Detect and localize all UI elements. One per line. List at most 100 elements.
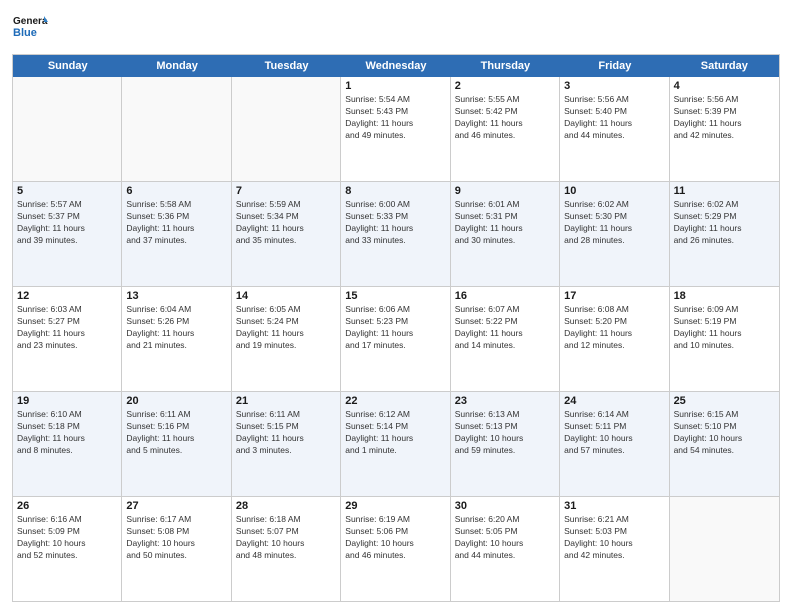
day-number: 17 xyxy=(564,290,664,302)
day-cell-4: 4Sunrise: 5:56 AM Sunset: 5:39 PM Daylig… xyxy=(670,77,779,181)
day-info: Sunrise: 6:09 AM Sunset: 5:19 PM Dayligh… xyxy=(674,304,775,352)
day-number: 26 xyxy=(17,500,117,512)
day-info: Sunrise: 6:15 AM Sunset: 5:10 PM Dayligh… xyxy=(674,409,775,457)
day-number: 7 xyxy=(236,185,336,197)
day-info: Sunrise: 6:00 AM Sunset: 5:33 PM Dayligh… xyxy=(345,199,445,247)
day-number: 9 xyxy=(455,185,555,197)
logo-svg: General Blue xyxy=(12,10,48,46)
day-header-wednesday: Wednesday xyxy=(341,55,450,77)
day-cell-10: 10Sunrise: 6:02 AM Sunset: 5:30 PM Dayli… xyxy=(560,182,669,286)
day-cell-17: 17 Sunrise: 6:08 AM Sunset: 5:20 PM Dayli… xyxy=(560,287,669,391)
day-cell-3: 3Sunrise: 5:56 AM Sunset: 5:40 PM Daylig… xyxy=(560,77,669,181)
day-number: 21 xyxy=(236,395,336,407)
day-info: Sunrise: 5:55 AM Sunset: 5:42 PM Dayligh… xyxy=(455,94,555,142)
day-info: Sunrise: 6:11 AM Sunset: 5:16 PM Dayligh… xyxy=(126,409,226,457)
day-cell-24: 24 Sunrise: 6:14 AM Sunset: 5:11 PM Dayli… xyxy=(560,392,669,496)
day-info: Sunrise: 6:12 AM Sunset: 5:14 PM Dayligh… xyxy=(345,409,445,457)
day-cell-empty xyxy=(232,77,341,181)
day-info: Sunrise: 5:59 AM Sunset: 5:34 PM Dayligh… xyxy=(236,199,336,247)
day-number: 24 xyxy=(564,395,664,407)
day-header-tuesday: Tuesday xyxy=(232,55,341,77)
day-number: 23 xyxy=(455,395,555,407)
day-number: 3 xyxy=(564,80,664,92)
day-info: Sunrise: 6:10 AM Sunset: 5:18 PM Dayligh… xyxy=(17,409,117,457)
day-cell-20: 20 Sunrise: 6:11 AM Sunset: 5:16 PM Dayli… xyxy=(122,392,231,496)
day-number: 30 xyxy=(455,500,555,512)
calendar-body: 1 Sunrise: 5:54 AM Sunset: 5:43 PM Daylig… xyxy=(13,77,779,601)
day-number: 25 xyxy=(674,395,775,407)
week-row-4: 19 Sunrise: 6:10 AM Sunset: 5:18 PM Dayli… xyxy=(13,392,779,497)
day-cell-2: 2 Sunrise: 5:55 AM Sunset: 5:42 PM Daylig… xyxy=(451,77,560,181)
day-cell-23: 23Sunrise: 6:13 AM Sunset: 5:13 PM Dayli… xyxy=(451,392,560,496)
day-info: Sunrise: 6:05 AM Sunset: 5:24 PM Dayligh… xyxy=(236,304,336,352)
week-row-1: 1 Sunrise: 5:54 AM Sunset: 5:43 PM Daylig… xyxy=(13,77,779,182)
day-number: 31 xyxy=(564,500,664,512)
day-number: 27 xyxy=(126,500,226,512)
day-cell-15: 15 Sunrise: 6:06 AM Sunset: 5:23 PM Dayli… xyxy=(341,287,450,391)
day-number: 19 xyxy=(17,395,117,407)
day-info: Sunrise: 6:01 AM Sunset: 5:31 PM Dayligh… xyxy=(455,199,555,247)
day-cell-6: 6 Sunrise: 5:58 AM Sunset: 5:36 PM Daylig… xyxy=(122,182,231,286)
day-header-friday: Friday xyxy=(560,55,669,77)
day-cell-13: 13Sunrise: 6:04 AM Sunset: 5:26 PM Dayli… xyxy=(122,287,231,391)
day-info: Sunrise: 6:16 AM Sunset: 5:09 PM Dayligh… xyxy=(17,514,117,562)
day-cell-11: 11 Sunrise: 6:02 AM Sunset: 5:29 PM Dayli… xyxy=(670,182,779,286)
day-number: 29 xyxy=(345,500,445,512)
logo: General Blue xyxy=(12,10,48,46)
day-number: 2 xyxy=(455,80,555,92)
day-number: 10 xyxy=(564,185,664,197)
day-cell-12: 12Sunrise: 6:03 AM Sunset: 5:27 PM Dayli… xyxy=(13,287,122,391)
svg-text:General: General xyxy=(13,16,48,27)
day-cell-22: 22 Sunrise: 6:12 AM Sunset: 5:14 PM Dayli… xyxy=(341,392,450,496)
day-cell-30: 30 Sunrise: 6:20 AM Sunset: 5:05 PM Dayli… xyxy=(451,497,560,601)
day-info: Sunrise: 5:54 AM Sunset: 5:43 PM Dayligh… xyxy=(345,94,445,142)
day-number: 12 xyxy=(17,290,117,302)
calendar-header: SundayMondayTuesdayWednesdayThursdayFrid… xyxy=(13,55,779,77)
day-number: 8 xyxy=(345,185,445,197)
day-number: 18 xyxy=(674,290,775,302)
day-header-monday: Monday xyxy=(122,55,231,77)
calendar: SundayMondayTuesdayWednesdayThursdayFrid… xyxy=(12,54,780,602)
day-info: Sunrise: 6:18 AM Sunset: 5:07 PM Dayligh… xyxy=(236,514,336,562)
day-number: 11 xyxy=(674,185,775,197)
header: General Blue xyxy=(12,10,780,46)
day-number: 6 xyxy=(126,185,226,197)
day-info: Sunrise: 6:08 AM Sunset: 5:20 PM Dayligh… xyxy=(564,304,664,352)
day-cell-empty xyxy=(670,497,779,601)
day-info: Sunrise: 5:57 AM Sunset: 5:37 PM Dayligh… xyxy=(17,199,117,247)
day-number: 28 xyxy=(236,500,336,512)
day-cell-21: 21 Sunrise: 6:11 AM Sunset: 5:15 PM Dayli… xyxy=(232,392,341,496)
day-cell-1: 1 Sunrise: 5:54 AM Sunset: 5:43 PM Daylig… xyxy=(341,77,450,181)
day-info: Sunrise: 6:11 AM Sunset: 5:15 PM Dayligh… xyxy=(236,409,336,457)
day-number: 13 xyxy=(126,290,226,302)
day-cell-8: 8 Sunrise: 6:00 AM Sunset: 5:33 PM Daylig… xyxy=(341,182,450,286)
day-cell-18: 18 Sunrise: 6:09 AM Sunset: 5:19 PM Dayli… xyxy=(670,287,779,391)
day-cell-25: 25 Sunrise: 6:15 AM Sunset: 5:10 PM Dayli… xyxy=(670,392,779,496)
day-info: Sunrise: 6:20 AM Sunset: 5:05 PM Dayligh… xyxy=(455,514,555,562)
day-number: 20 xyxy=(126,395,226,407)
calendar-container: General Blue SundayMondayTuesdayWednesda… xyxy=(0,0,792,612)
day-cell-empty xyxy=(13,77,122,181)
day-cell-14: 14 Sunrise: 6:05 AM Sunset: 5:24 PM Dayli… xyxy=(232,287,341,391)
day-cell-9: 9 Sunrise: 6:01 AM Sunset: 5:31 PM Daylig… xyxy=(451,182,560,286)
day-cell-26: 26 Sunrise: 6:16 AM Sunset: 5:09 PM Dayli… xyxy=(13,497,122,601)
day-cell-16: 16Sunrise: 6:07 AM Sunset: 5:22 PM Dayli… xyxy=(451,287,560,391)
day-cell-28: 28 Sunrise: 6:18 AM Sunset: 5:07 PM Dayli… xyxy=(232,497,341,601)
day-header-sunday: Sunday xyxy=(13,55,122,77)
day-info: Sunrise: 6:06 AM Sunset: 5:23 PM Dayligh… xyxy=(345,304,445,352)
day-info: Sunrise: 6:02 AM Sunset: 5:29 PM Dayligh… xyxy=(674,199,775,247)
svg-text:Blue: Blue xyxy=(13,27,37,39)
day-number: 14 xyxy=(236,290,336,302)
day-cell-19: 19 Sunrise: 6:10 AM Sunset: 5:18 PM Dayli… xyxy=(13,392,122,496)
day-cell-29: 29Sunrise: 6:19 AM Sunset: 5:06 PM Dayli… xyxy=(341,497,450,601)
week-row-3: 12Sunrise: 6:03 AM Sunset: 5:27 PM Dayli… xyxy=(13,287,779,392)
day-number: 1 xyxy=(345,80,445,92)
day-info: Sunrise: 5:58 AM Sunset: 5:36 PM Dayligh… xyxy=(126,199,226,247)
day-number: 4 xyxy=(674,80,775,92)
day-number: 15 xyxy=(345,290,445,302)
day-number: 22 xyxy=(345,395,445,407)
day-info: Sunrise: 6:14 AM Sunset: 5:11 PM Dayligh… xyxy=(564,409,664,457)
week-row-2: 5Sunrise: 5:57 AM Sunset: 5:37 PM Daylig… xyxy=(13,182,779,287)
day-cell-27: 27Sunrise: 6:17 AM Sunset: 5:08 PM Dayli… xyxy=(122,497,231,601)
day-info: Sunrise: 6:07 AM Sunset: 5:22 PM Dayligh… xyxy=(455,304,555,352)
